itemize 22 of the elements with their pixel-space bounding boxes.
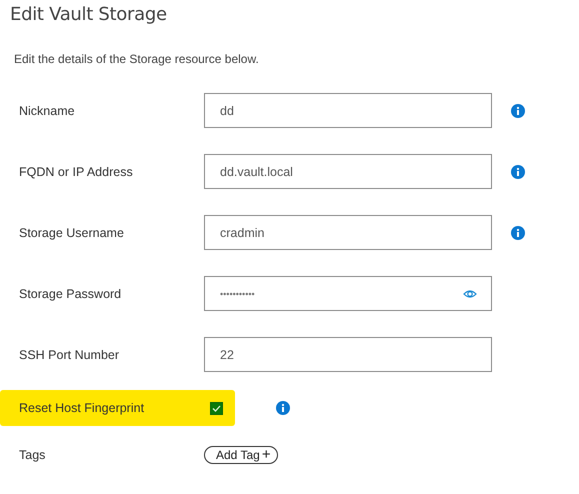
info-icon[interactable]: [276, 401, 290, 415]
input-field[interactable]: dd.vault.local: [204, 154, 492, 189]
page-title: Edit Vault Storage: [10, 4, 168, 25]
info-icon[interactable]: [511, 164, 525, 178]
info-icon[interactable]: [511, 226, 525, 240]
field-label: Storage Password: [18, 286, 122, 300]
field-label: Storage Username: [18, 226, 125, 240]
info-icon[interactable]: [511, 104, 525, 118]
input-field[interactable]: cradmin: [204, 215, 492, 250]
input-field[interactable]: dd: [204, 93, 492, 128]
input-field[interactable]: 22: [204, 337, 492, 372]
password-field[interactable]: •••••••••••: [204, 276, 492, 311]
field-label: FQDN or IP Address: [18, 164, 134, 178]
description: Edit the details of the Storage resource below.: [14, 52, 260, 66]
field-label: Nickname: [18, 104, 76, 118]
field-label: Reset Host Fingerprint: [18, 401, 146, 415]
add-tag-button[interactable]: Add Tag+: [204, 446, 278, 464]
field-label: SSH Port Number: [18, 348, 120, 362]
checkmark-icon: [212, 404, 221, 412]
eye-icon[interactable]: [463, 288, 477, 298]
checkbox[interactable]: [210, 402, 223, 414]
field-label: Tags: [18, 448, 46, 462]
